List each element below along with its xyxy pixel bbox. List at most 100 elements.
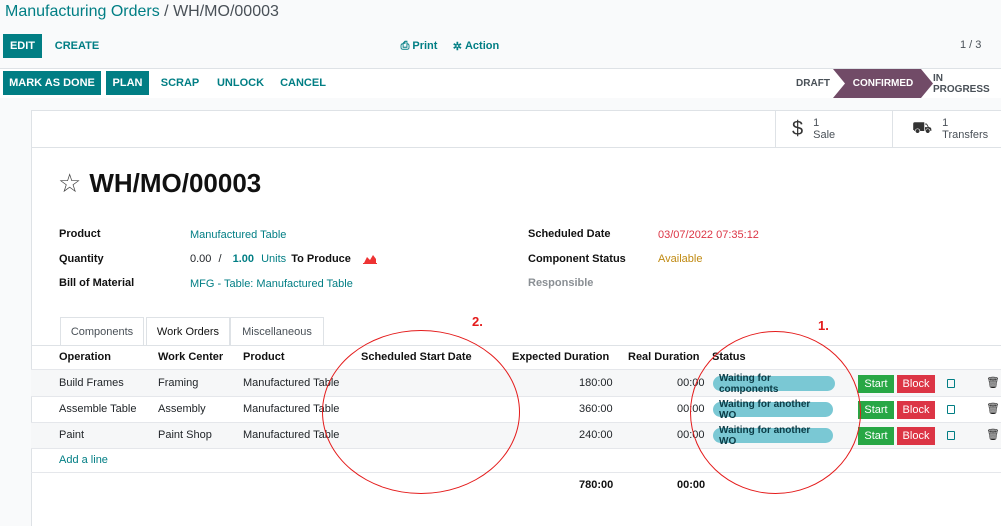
sale-count: 1 bbox=[813, 117, 820, 129]
total-expected-duration: 780:00 bbox=[579, 479, 614, 491]
qty-units[interactable]: Units bbox=[261, 253, 286, 265]
component-status-field: Available bbox=[658, 253, 703, 265]
smart-buttons-divider bbox=[31, 147, 1001, 148]
quantity-label: Quantity bbox=[59, 253, 104, 265]
status-badge: Waiting for components bbox=[713, 373, 835, 395]
edit-button[interactable]: EDIT bbox=[3, 34, 42, 58]
status-badge: Waiting for another WO bbox=[713, 425, 833, 447]
stage-confirmed[interactable]: CONFIRMED bbox=[833, 69, 933, 98]
breadcrumb-current: WH/MO/00003 bbox=[173, 3, 279, 20]
transfers-smart-button[interactable]: ⛟ 1 Transfers bbox=[912, 115, 1001, 143]
tablet-icon[interactable] bbox=[947, 405, 955, 414]
breadcrumb-separator: / bbox=[159, 3, 174, 20]
breadcrumb: Manufacturing Orders / WH/MO/00003 bbox=[5, 3, 279, 21]
real-duration-cell: 00:00 bbox=[677, 429, 705, 441]
work-center-cell: Framing bbox=[158, 377, 199, 389]
product-cell: Manufactured Table bbox=[243, 403, 340, 415]
unlock-button[interactable]: UNLOCK bbox=[213, 71, 268, 95]
footer-divider bbox=[31, 472, 1001, 473]
product-label: Product bbox=[59, 228, 101, 240]
stage-in-progress[interactable]: IN PROGRESS bbox=[933, 69, 1001, 98]
cancel-button[interactable]: CANCEL bbox=[277, 71, 329, 95]
start-button[interactable]: Start bbox=[858, 427, 894, 445]
block-button[interactable]: Block bbox=[897, 375, 935, 393]
product-field[interactable]: Manufactured Table bbox=[190, 229, 286, 241]
real-duration-cell: 00:00 bbox=[677, 403, 705, 415]
operation-cell: Build Frames bbox=[59, 377, 124, 389]
truck-icon: ⛟ bbox=[912, 120, 933, 137]
record-title: ☆ WH/MO/00003 bbox=[58, 168, 261, 199]
status-badge: Waiting for another WO bbox=[713, 399, 833, 421]
annotation-label-2: 2. bbox=[472, 314, 483, 329]
start-button[interactable]: Start bbox=[858, 401, 894, 419]
scheduled-date-label: Scheduled Date bbox=[528, 228, 611, 240]
trash-icon[interactable]: 🗑 bbox=[986, 428, 1000, 441]
quantity-field: 0.00 / 1.00 Units To Produce bbox=[190, 253, 351, 265]
qty-total[interactable]: 1.00 bbox=[233, 253, 254, 265]
record-name: WH/MO/00003 bbox=[89, 168, 262, 198]
smart-button-divider bbox=[892, 110, 893, 147]
annotation-label-1: 1. bbox=[818, 318, 829, 333]
pager[interactable]: 1 / 3 bbox=[960, 39, 981, 51]
plan-button[interactable]: PLAN bbox=[106, 71, 149, 95]
bom-label: Bill of Material bbox=[59, 277, 135, 289]
sale-smart-button[interactable]: $ 1 Sale bbox=[792, 115, 887, 143]
stage-draft[interactable]: DRAFT bbox=[783, 69, 843, 98]
print-label: Print bbox=[412, 40, 438, 52]
tab-miscellaneous[interactable]: Miscellaneous bbox=[230, 317, 324, 345]
gear-icon: ✲ bbox=[452, 40, 462, 53]
total-real-duration: 00:00 bbox=[677, 479, 706, 491]
create-button[interactable]: CREATE bbox=[52, 34, 102, 58]
tab-work-orders[interactable]: Work Orders bbox=[146, 317, 230, 346]
qty-separator: / bbox=[218, 253, 222, 265]
trash-icon[interactable]: 🗑 bbox=[986, 376, 1000, 389]
print-icon: ⎙ bbox=[400, 39, 410, 52]
row-divider bbox=[31, 448, 1001, 449]
scheduled-date-field[interactable]: 03/07/2022 07:35:12 bbox=[658, 229, 759, 241]
expected-duration-cell: 240:00 bbox=[579, 429, 613, 441]
action-label: Action bbox=[464, 40, 500, 52]
expected-duration-cell: 360:00 bbox=[579, 403, 613, 415]
mark-as-done-button[interactable]: MARK AS DONE bbox=[3, 71, 101, 95]
smart-button-divider bbox=[775, 110, 776, 147]
operation-cell: Assemble Table bbox=[59, 403, 137, 415]
responsible-label: Responsible bbox=[528, 277, 594, 289]
block-button[interactable]: Block bbox=[897, 401, 935, 419]
qty-done: 0.00 bbox=[190, 253, 212, 265]
start-button[interactable]: Start bbox=[858, 375, 894, 393]
print-button[interactable]: ⎙ Print bbox=[398, 34, 440, 58]
transfers-label: Transfers bbox=[942, 129, 989, 141]
star-icon[interactable]: ☆ bbox=[58, 168, 81, 199]
action-button[interactable]: ✲ Action bbox=[452, 34, 500, 58]
col-product[interactable]: Product bbox=[243, 351, 285, 363]
product-cell: Manufactured Table bbox=[243, 377, 340, 389]
forecast-chart-icon[interactable] bbox=[363, 253, 377, 264]
product-cell: Manufactured Table bbox=[243, 429, 340, 441]
col-work-center[interactable]: Work Center bbox=[158, 351, 223, 363]
bom-field[interactable]: MFG - Table: Manufactured Table bbox=[190, 278, 353, 290]
qty-to-produce-label: To Produce bbox=[291, 253, 351, 265]
component-status-label: Component Status bbox=[528, 253, 626, 265]
sale-label: Sale bbox=[813, 129, 836, 141]
work-center-cell: Assembly bbox=[158, 403, 206, 415]
tablet-icon[interactable] bbox=[947, 431, 955, 440]
expected-duration-cell: 180:00 bbox=[579, 377, 613, 389]
block-button[interactable]: Block bbox=[897, 427, 935, 445]
tablet-icon[interactable] bbox=[947, 379, 955, 388]
breadcrumb-parent-link[interactable]: Manufacturing Orders bbox=[5, 3, 160, 20]
col-scheduled-start-date[interactable]: Scheduled Start Date bbox=[361, 351, 472, 363]
transfers-count: 1 bbox=[942, 117, 949, 129]
operation-cell: Paint bbox=[59, 429, 85, 441]
dollar-icon: $ bbox=[792, 117, 804, 140]
col-real-duration[interactable]: Real Duration bbox=[628, 351, 700, 363]
col-status[interactable]: Status bbox=[712, 351, 746, 363]
add-a-line-link[interactable]: Add a line bbox=[59, 454, 108, 466]
col-expected-duration[interactable]: Expected Duration bbox=[512, 351, 609, 363]
trash-icon[interactable]: 🗑 bbox=[986, 402, 1000, 415]
tabs-divider bbox=[31, 345, 1001, 346]
scrap-button[interactable]: SCRAP bbox=[157, 71, 203, 95]
real-duration-cell: 00:00 bbox=[677, 377, 705, 389]
tab-components[interactable]: Components bbox=[60, 317, 144, 345]
col-operation[interactable]: Operation bbox=[59, 351, 111, 363]
work-center-cell: Paint Shop bbox=[158, 429, 212, 441]
